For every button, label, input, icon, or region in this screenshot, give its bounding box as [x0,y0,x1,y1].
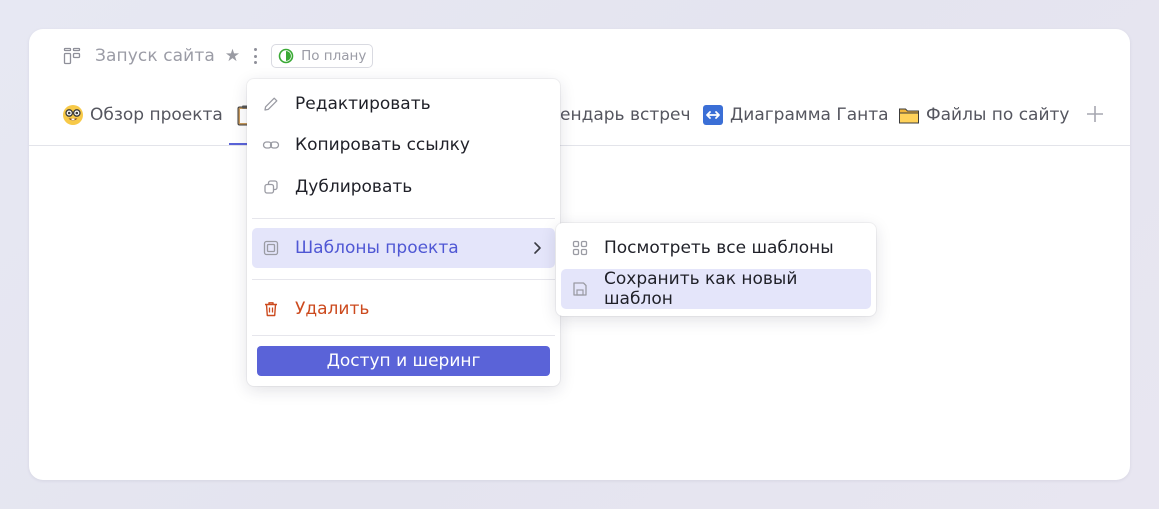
menu-item-label: Копировать ссылку [295,135,470,155]
submenu-item-save-new[interactable]: Сохранить как новый шаблон [561,269,871,309]
menu-item-label: Удалить [295,299,370,319]
duplicate-icon [264,180,278,194]
board-layout-icon[interactable] [63,47,81,65]
template-icon [263,240,279,256]
tab-gantt[interactable]: Диаграмма Ганта [702,103,889,127]
menu-item-duplicate[interactable]: Дублировать [252,167,555,207]
tab-label: Диаграмма Ганта [730,105,889,125]
project-title[interactable]: Запуск сайта [95,46,215,66]
trash-icon [265,302,277,317]
save-icon [573,282,587,296]
active-tab-indicator [229,143,249,145]
menu-item-copy-link[interactable]: Копировать ссылку [252,125,555,165]
menu-item-label: Редактировать [295,94,431,114]
tab-files[interactable]: Файлы по сайту [898,103,1070,127]
menu-item-label: Дублировать [295,177,413,197]
menu-item-label: Шаблоны проекта [295,238,459,258]
menu-divider [252,335,555,336]
submenu-item-view-all[interactable]: Посмотреть все шаблоны [561,228,871,268]
tab-label: ендарь встреч [560,105,691,125]
folder-emoji-icon [899,108,919,124]
more-options-icon[interactable] [253,48,257,64]
menu-item-edit[interactable]: Редактировать [252,84,555,124]
menu-item-delete[interactable]: Удалить [252,289,555,329]
share-access-button[interactable]: Доступ и шеринг [257,346,550,376]
status-label: По плану [301,48,367,64]
project-context-menu: Редактировать Копировать ссылку Дублиров… [247,79,560,386]
submenu-item-label: Сохранить как новый шаблон [604,269,798,309]
tab-label: Обзор проекта [90,105,223,125]
menu-divider [252,218,555,219]
tab-overview[interactable]: Обзор проекта [62,103,223,127]
submenu-item-label: Посмотреть все шаблоны [604,238,834,258]
grid-icon [572,240,588,256]
star-icon[interactable]: ★ [225,47,240,65]
nerd-face-emoji-icon [63,105,83,125]
menu-divider [252,279,555,280]
pencil-icon [264,97,278,111]
project-header: Запуск сайта ★ По плану [63,42,374,70]
link-icon [262,141,280,149]
menu-item-templates[interactable]: Шаблоны проекта [252,228,555,268]
status-badge[interactable]: По плану [271,44,374,68]
templates-submenu: Посмотреть все шаблоны Сохранить как нов… [556,223,876,316]
half-circle-status-icon [278,48,294,64]
tab-calendar[interactable]: ендарь встреч [560,103,691,127]
tab-bar: Обзор проекта ендарь встреч Диаграмма Га… [29,95,1130,146]
add-tab-icon[interactable] [1085,104,1105,124]
tab-label: Файлы по сайту [926,105,1070,125]
chevron-right-icon [534,242,541,254]
left-right-arrow-emoji-icon [703,105,723,125]
